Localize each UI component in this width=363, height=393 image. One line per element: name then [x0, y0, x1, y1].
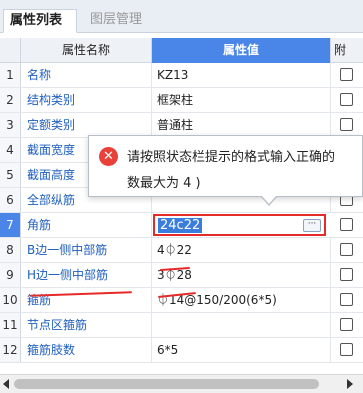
attach-checkbox-cell — [331, 213, 363, 237]
row-index: 6 — [0, 188, 21, 212]
scrollbar-thumb[interactable] — [14, 379, 319, 389]
attach-checkbox[interactable] — [340, 268, 353, 281]
attach-checkbox-cell — [331, 288, 363, 312]
error-message-line1: 请按照状态栏提示的格式输入正确的 — [127, 150, 336, 165]
header-name[interactable]: 属性名称 — [21, 38, 152, 63]
row-index: 12 — [0, 338, 21, 362]
property-value[interactable]: 框架柱 — [152, 88, 331, 112]
panel-tabbar: 属性列表 图层管理 — [0, 0, 363, 33]
property-grid: 属性名称 属性值 附 1 名称 KZ13 2 结构类别 框架柱 3 定额类别 普… — [0, 38, 363, 374]
row-index: 3 — [0, 113, 21, 137]
property-value[interactable]: 普通柱 — [152, 113, 331, 137]
attach-checkbox[interactable] — [340, 68, 353, 81]
tab-layers[interactable]: 图层管理 — [84, 9, 180, 33]
table-row[interactable]: 12 箍筋肢数 6*5 — [0, 338, 363, 363]
error-message-line2: 数最大为 4 ) — [127, 176, 201, 191]
property-value[interactable]: 3⏀28 — [152, 263, 331, 287]
row-index: 5 — [0, 163, 21, 187]
property-value[interactable]: 6*5 — [152, 338, 331, 362]
attach-checkbox[interactable] — [340, 118, 353, 131]
attach-checkbox[interactable] — [340, 318, 353, 331]
row-index: 1 — [0, 63, 21, 87]
attach-checkbox-cell — [331, 238, 363, 262]
property-name[interactable]: B边一侧中部筋 — [21, 238, 152, 262]
validation-error-tooltip: ✕ 请按照状态栏提示的格式输入正确的 数最大为 4 ) — [88, 135, 363, 206]
scroll-right-icon[interactable] — [347, 379, 353, 389]
property-name[interactable]: 节点区箍筋 — [21, 313, 152, 337]
row-index: 4 — [0, 138, 21, 162]
property-name[interactable]: 定额类别 — [21, 113, 152, 137]
property-name[interactable]: 箍筋 — [21, 288, 152, 312]
attach-checkbox[interactable] — [340, 93, 353, 106]
value-editor-input[interactable]: 24c22 ··· — [153, 214, 326, 236]
row-index: 11 — [0, 313, 21, 337]
header-attach[interactable]: 附 — [331, 38, 363, 63]
attach-checkbox-cell — [331, 263, 363, 287]
editor-selected-text[interactable]: 24c22 — [158, 218, 203, 233]
table-row[interactable]: 2 结构类别 框架柱 — [0, 88, 363, 113]
horizontal-scrollbar[interactable] — [0, 374, 363, 393]
property-value[interactable] — [152, 313, 331, 337]
table-row[interactable]: 11 节点区箍筋 — [0, 313, 363, 338]
tooltip-pointer-fill — [262, 196, 276, 204]
property-name[interactable]: 结构类别 — [21, 88, 152, 112]
row-index: 8 — [0, 238, 21, 262]
attach-checkbox-cell — [331, 338, 363, 362]
property-value[interactable]: ⏀14@150/200(6*5) — [152, 288, 331, 312]
property-value[interactable]: 4⏀22 — [152, 238, 331, 262]
row-index: 9 — [0, 263, 21, 287]
property-name[interactable]: 名称 — [21, 63, 152, 87]
table-row-selected[interactable]: 7 角筋 24c22 ··· — [0, 213, 363, 238]
table-row[interactable]: 1 名称 KZ13 — [0, 63, 363, 88]
attach-checkbox-cell — [331, 63, 363, 87]
error-icon: ✕ — [99, 147, 118, 166]
grid-header: 属性名称 属性值 附 — [0, 38, 363, 63]
attach-checkbox-cell — [331, 113, 363, 137]
attach-checkbox[interactable] — [340, 343, 353, 356]
header-value[interactable]: 属性值 — [152, 38, 331, 63]
more-options-button[interactable]: ··· — [303, 219, 321, 232]
property-name[interactable]: H边一侧中部筋 — [21, 263, 152, 287]
tab-properties[interactable]: 属性列表 — [3, 9, 77, 33]
property-name[interactable]: 角筋 — [21, 213, 152, 237]
row-index: 2 — [0, 88, 21, 112]
header-index — [0, 38, 21, 63]
table-row[interactable]: 8 B边一侧中部筋 4⏀22 — [0, 238, 363, 263]
attach-checkbox-cell — [331, 88, 363, 112]
scroll-left-icon[interactable] — [3, 379, 9, 389]
attach-checkbox-cell — [331, 313, 363, 337]
table-row[interactable]: 10 箍筋 ⏀14@150/200(6*5) — [0, 288, 363, 313]
attach-checkbox[interactable] — [340, 218, 353, 231]
attach-checkbox[interactable] — [340, 293, 353, 306]
attach-checkbox[interactable] — [340, 243, 353, 256]
property-name[interactable]: 箍筋肢数 — [21, 338, 152, 362]
row-index: 10 — [0, 288, 21, 312]
property-value[interactable]: KZ13 — [152, 63, 331, 87]
row-index: 7 — [0, 213, 21, 237]
